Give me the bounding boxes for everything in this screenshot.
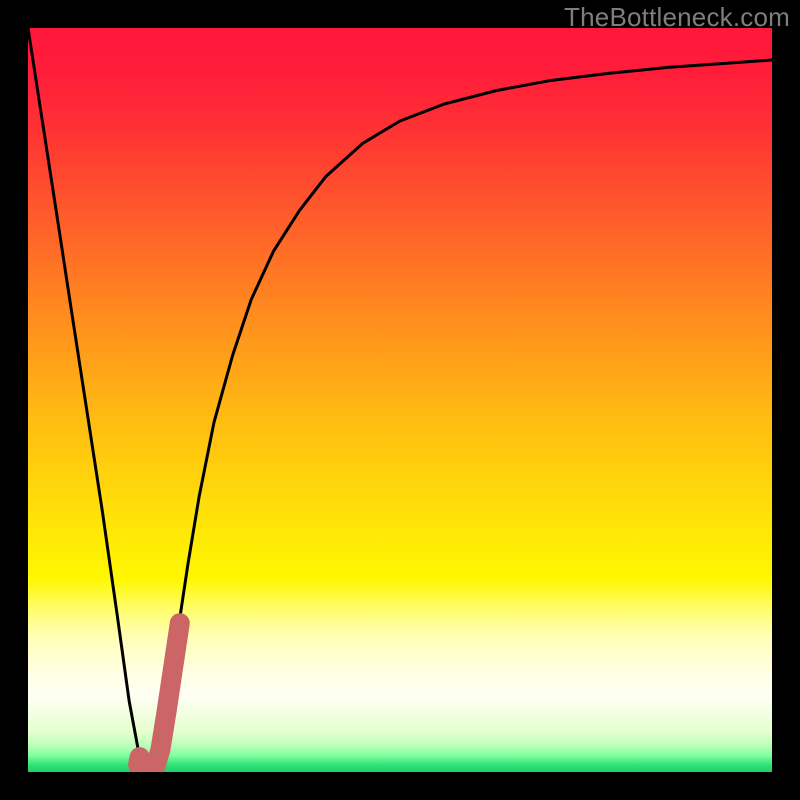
outer-frame: TheBottleneck.com	[0, 0, 800, 800]
overlay-j-stroke	[138, 623, 180, 770]
chart-svg	[28, 28, 772, 772]
plot-area	[28, 28, 772, 772]
bottleneck-curve	[28, 28, 772, 768]
watermark-text: TheBottleneck.com	[564, 2, 790, 33]
